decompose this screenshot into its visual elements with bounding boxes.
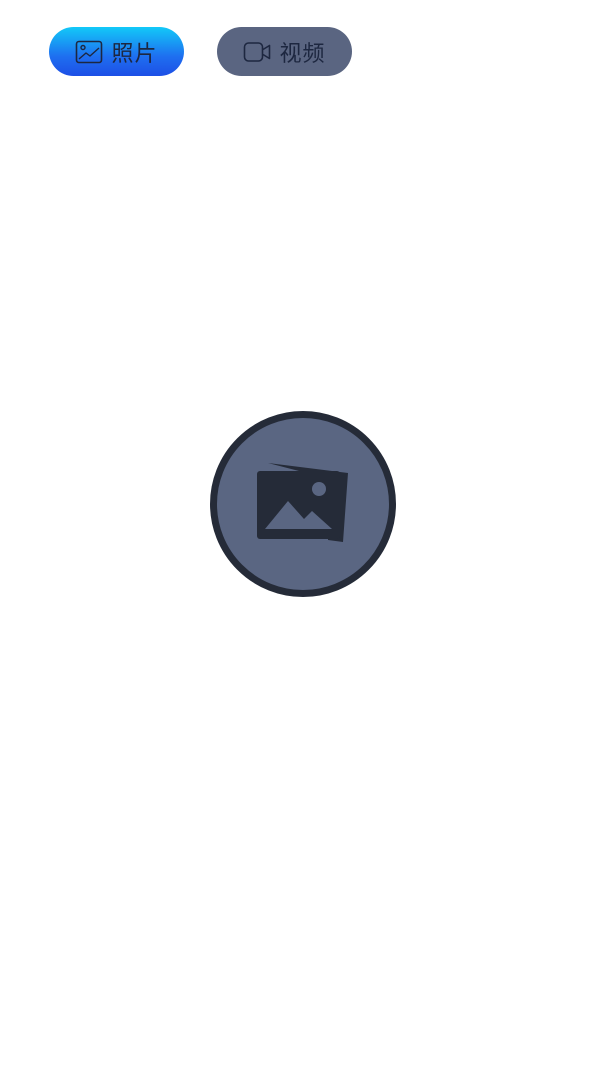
tab-photo-label: 照片 xyxy=(111,41,158,67)
tab-video[interactable]: 视频 xyxy=(217,27,352,76)
photo-stack-icon xyxy=(257,463,348,542)
image-icon xyxy=(75,40,103,64)
tab-video-label: 视频 xyxy=(279,41,326,67)
video-camera-icon xyxy=(243,40,271,64)
select-photo-button[interactable] xyxy=(210,411,396,597)
tab-photo[interactable]: 照片 xyxy=(49,27,184,76)
